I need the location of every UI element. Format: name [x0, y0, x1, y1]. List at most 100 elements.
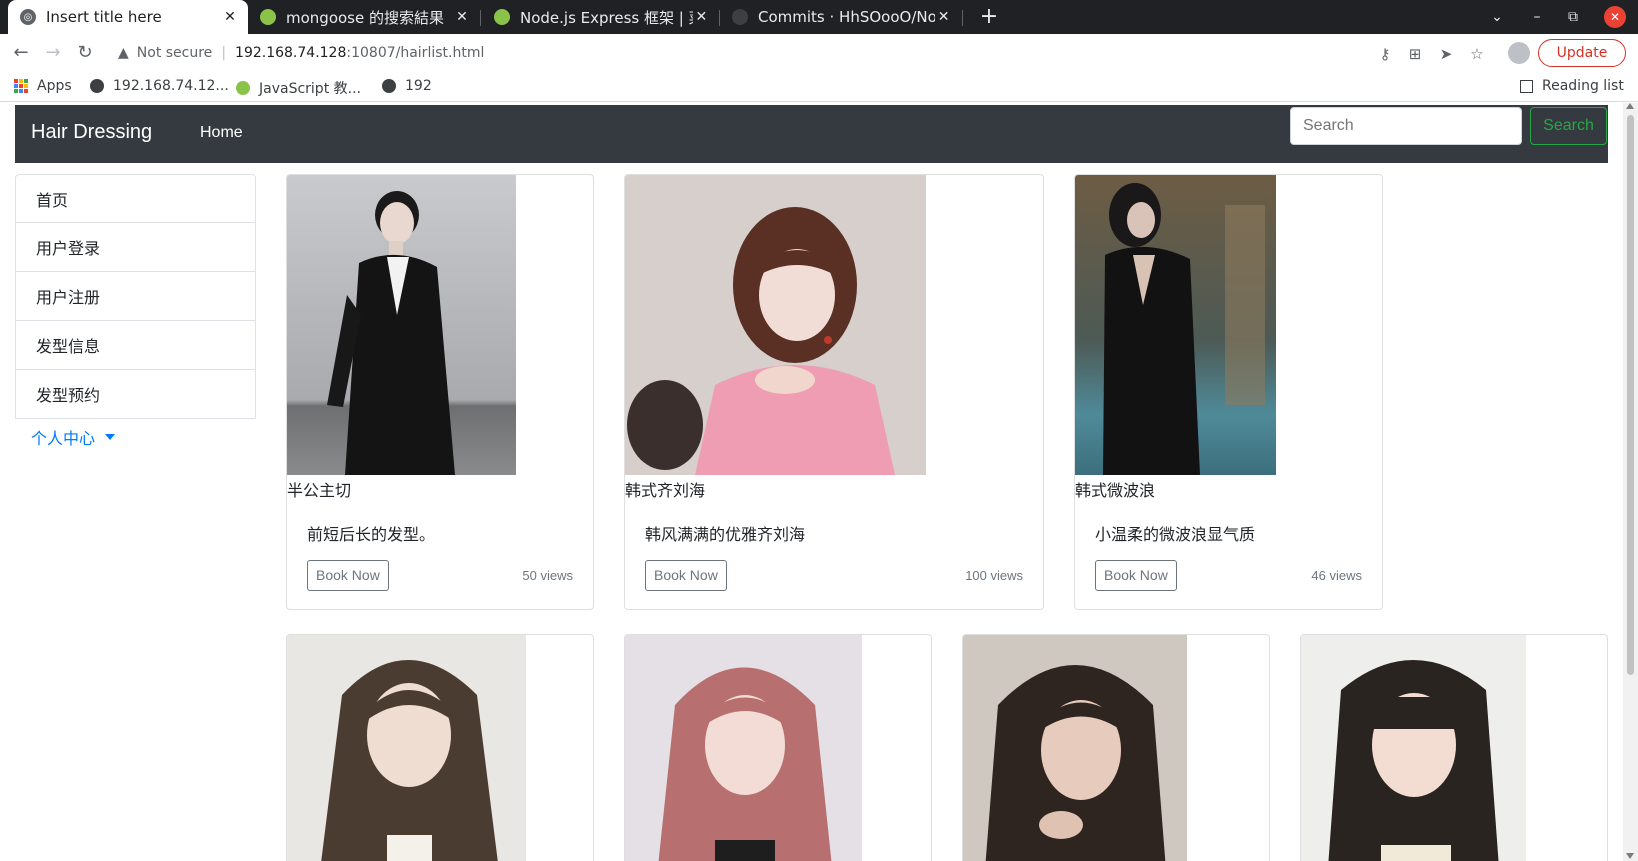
back-arrow-icon[interactable]: ←	[8, 40, 34, 66]
scrollbar-thumb[interactable]	[1627, 115, 1634, 675]
bookmark-label: JavaScript 教...	[259, 81, 361, 97]
translate-icon[interactable]: ⊞	[1405, 44, 1425, 64]
tab-title: Node.js Express 框架 | 菜鸟	[520, 8, 693, 27]
search-button[interactable]: Search	[1530, 107, 1607, 145]
hairstyle-card: 韩式齐刘海 韩风满满的优雅齐刘海 Book Now 100 views	[624, 174, 1044, 610]
restore-icon[interactable]: ⧉	[1558, 0, 1588, 34]
warning-triangle-icon[interactable]: ▲	[118, 45, 129, 61]
hairstyle-photo[interactable]	[287, 175, 516, 475]
sidebar-item-hairstyles[interactable]: 发型信息	[15, 321, 256, 370]
sidebar-item-register[interactable]: 用户注册	[15, 272, 256, 321]
url-host: 192.168.74.128	[235, 45, 347, 61]
nav-home-link[interactable]: Home	[200, 124, 243, 142]
tab-mongoose[interactable]: mongoose 的搜索結果 ✕	[248, 0, 480, 34]
key-icon[interactable]: ⚷	[1375, 44, 1395, 64]
reload-icon[interactable]: ↻	[72, 40, 98, 66]
sidebar-item-login[interactable]: 用户登录	[15, 223, 256, 272]
new-tab-icon[interactable]: +	[975, 2, 1003, 32]
browser-tabstrip: ◎ Insert title here ✕ mongoose 的搜索結果 ✕ N…	[0, 0, 1638, 34]
tab-nodejs-express[interactable]: Node.js Express 框架 | 菜鸟 ✕	[482, 0, 718, 34]
send-icon[interactable]: ➤	[1436, 44, 1456, 64]
hairstyle-photo[interactable]	[287, 635, 526, 861]
bookmark-label: Apps	[37, 78, 72, 94]
close-tab-icon[interactable]: ✕	[935, 9, 952, 25]
tab-title: Insert title here	[46, 8, 162, 26]
bookmark-star-icon[interactable]: ☆	[1467, 44, 1487, 64]
bookmark-apps[interactable]: Apps	[14, 78, 72, 94]
hairstyle-card	[962, 634, 1270, 861]
tab-divider	[962, 10, 963, 26]
card-description: 小温柔的微波浪显气质	[1095, 525, 1256, 544]
globe-icon	[90, 79, 104, 93]
card-description: 前短后长的发型。	[307, 525, 436, 544]
address-bar[interactable]: ▲ Not secure | 192.168.74.128 :10807/hai…	[108, 38, 1448, 68]
view-count: 50 views	[522, 568, 573, 583]
sidebar-item-booking[interactable]: 发型预约	[15, 370, 256, 419]
site-favicon-icon	[236, 81, 250, 95]
update-button[interactable]: Update	[1538, 39, 1626, 67]
view-count: 46 views	[1311, 568, 1362, 583]
close-tab-icon[interactable]: ✕	[452, 9, 472, 25]
page-scrollbar[interactable]	[1623, 103, 1638, 861]
site-favicon-icon	[260, 9, 276, 25]
page-viewport: Hair Dressing Home Search 首页 用户登录 用户注册 发…	[0, 103, 1638, 861]
bookmark-192[interactable]: 192	[382, 78, 432, 94]
hairstyle-photo[interactable]	[625, 635, 862, 861]
minimize-icon[interactable]: –	[1522, 0, 1552, 34]
forward-arrow-icon[interactable]: →	[40, 40, 66, 66]
close-tab-icon[interactable]: ✕	[693, 9, 710, 25]
url-path: :10807/hairlist.html	[346, 45, 485, 61]
card-title: 半公主切	[287, 481, 352, 500]
book-now-button[interactable]: Book Now	[1095, 560, 1177, 591]
site-navbar: Hair Dressing Home Search	[15, 105, 1608, 163]
caret-down-icon	[105, 434, 116, 440]
bookmarks-bar: Apps 192.168.74.12... JavaScript 教... 19…	[0, 72, 1638, 102]
personal-center-dropdown[interactable]: 个人中心	[15, 425, 256, 449]
view-count: 100 views	[965, 568, 1023, 583]
book-now-button[interactable]: Book Now	[645, 560, 727, 591]
globe-icon: ◎	[20, 9, 36, 25]
bookmark-label: 192.168.74.12...	[113, 78, 229, 94]
divider: |	[221, 45, 227, 61]
bookmark-ip[interactable]: 192.168.74.12...	[90, 78, 229, 94]
github-icon	[732, 9, 748, 25]
close-window-icon[interactable]: ✕	[1604, 6, 1626, 28]
hairstyle-card	[624, 634, 932, 861]
hairstyle-card	[286, 634, 594, 861]
dropdown-label: 个人中心	[31, 429, 96, 448]
scroll-up-arrow-icon[interactable]	[1626, 103, 1634, 109]
tab-commits[interactable]: Commits · HhSOooO/NodeJs ✕	[720, 0, 960, 34]
tab-divider	[480, 10, 481, 26]
apps-grid-icon	[14, 79, 28, 93]
bookmark-label: 192	[405, 78, 432, 94]
tab-search-chevron-icon[interactable]: ⌄	[1482, 0, 1512, 34]
tab-title: Commits · HhSOooO/NodeJs	[758, 8, 936, 26]
site-brand[interactable]: Hair Dressing	[31, 121, 152, 144]
sidebar-item-home[interactable]: 首页	[15, 174, 256, 223]
card-description: 韩风满满的优雅齐刘海	[645, 525, 806, 544]
reading-list[interactable]: Reading list	[1520, 78, 1624, 94]
card-title: 韩式齐刘海	[625, 481, 706, 500]
hairstyle-card: 韩式微波浪 小温柔的微波浪显气质 Book Now 46 views	[1074, 174, 1383, 610]
search-input[interactable]	[1290, 107, 1522, 145]
bookmark-javascript[interactable]: JavaScript 教...	[236, 78, 361, 98]
hairstyle-photo[interactable]	[1075, 175, 1276, 475]
sidebar: 首页 用户登录 用户注册 发型信息 发型预约 个人中心	[15, 174, 256, 449]
profile-avatar-icon[interactable]	[1508, 42, 1530, 64]
hairstyle-photo[interactable]	[625, 175, 926, 475]
globe-icon	[382, 79, 396, 93]
card-title: 韩式微波浪	[1075, 481, 1156, 500]
reading-list-icon	[1520, 79, 1533, 93]
site-favicon-icon	[494, 9, 510, 25]
tab-title: mongoose 的搜索結果	[286, 8, 444, 27]
scroll-down-arrow-icon[interactable]	[1626, 853, 1634, 859]
security-label[interactable]: Not secure	[137, 45, 213, 61]
reading-list-label: Reading list	[1542, 78, 1624, 94]
hairstyle-card	[1300, 634, 1608, 861]
tab-insert-title[interactable]: ◎ Insert title here ✕	[8, 0, 248, 34]
hairstyle-photo[interactable]	[963, 635, 1187, 861]
hairstyle-card: 半公主切 前短后长的发型。 Book Now 50 views	[286, 174, 594, 610]
close-tab-icon[interactable]: ✕	[220, 9, 240, 25]
hairstyle-photo[interactable]	[1301, 635, 1526, 861]
book-now-button[interactable]: Book Now	[307, 560, 389, 591]
